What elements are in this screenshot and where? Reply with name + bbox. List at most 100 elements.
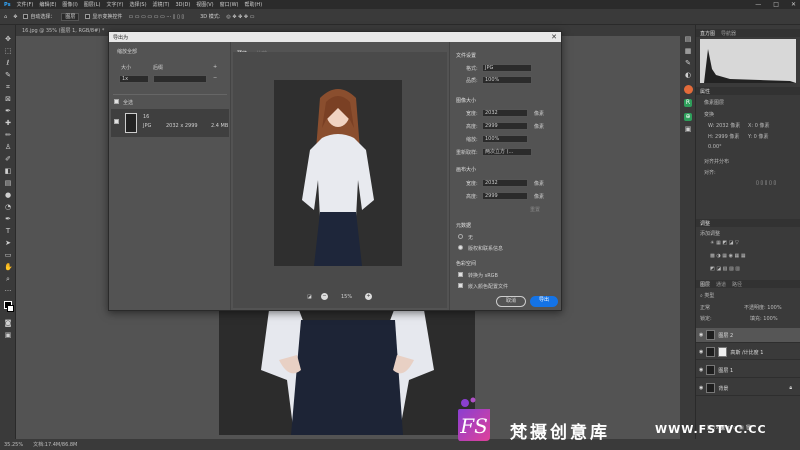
document-tab[interactable]: 16.jpg @ 35% (图层 1, RGB/8#) * (22, 27, 104, 34)
menu-file[interactable]: 文件(F) (17, 1, 34, 8)
history-brush-icon[interactable]: ✐ (4, 155, 12, 163)
brush-panel-icon[interactable]: ✎ (684, 59, 692, 67)
ps-logo[interactable]: Ps (4, 2, 11, 8)
menu-window[interactable]: 窗口(W) (220, 1, 239, 8)
quick-select-icon[interactable]: ✎ (4, 71, 12, 79)
screen-mode-icon[interactable]: ▣ (4, 331, 12, 339)
blend-mode-dropdown[interactable]: 正常 (700, 304, 710, 311)
zoom-in-icon[interactable]: + (365, 293, 372, 300)
width-input[interactable]: 2032 (482, 109, 528, 117)
menu-layer[interactable]: 图层(L) (84, 1, 101, 8)
paths-tab[interactable]: 路径 (732, 281, 742, 288)
reset-button[interactable]: 重置 (530, 206, 540, 213)
h-value[interactable]: 2999 像素 (715, 134, 739, 140)
opacity-field[interactable]: 不透明度: 100% (744, 304, 782, 311)
auto-select-toggle[interactable]: 自动选择： (23, 13, 55, 20)
show-transform-toggle[interactable]: 显示变换控件 (85, 13, 122, 20)
quality-dropdown[interactable]: 100% (482, 76, 532, 84)
layer-row[interactable]: ◉ 高斯 /计比度 1 (696, 345, 800, 360)
zoom-tool-icon[interactable]: ⌕ (4, 275, 12, 283)
dodge-tool-icon[interactable]: ◔ (4, 203, 12, 211)
3d-icons[interactable]: ◎ ✥ ✤ ✥ ▭ (226, 14, 254, 20)
move-tool-icon[interactable]: ✥ (13, 14, 17, 20)
gradient-tool-icon[interactable]: ▤ (4, 179, 12, 187)
y-value[interactable]: 0 像素 (754, 134, 769, 140)
close-icon[interactable]: ✕ (551, 33, 557, 41)
height-input[interactable]: 2999 (482, 122, 528, 130)
layer-kind-filter[interactable]: ⌕ 类型 (700, 292, 714, 299)
adjust-icons-row2[interactable]: ▩ ◑ ▦ ◉ ▦ ▦ (710, 253, 746, 259)
maximize-button[interactable]: □ (773, 1, 779, 8)
history-panel-icon[interactable]: ▤ (684, 35, 692, 43)
menu-type[interactable]: 文字(Y) (106, 1, 123, 8)
channels-tab[interactable]: 通道 (716, 281, 726, 288)
menu-help[interactable]: 帮助(H) (244, 1, 262, 8)
cancel-button[interactable]: 取消 (496, 296, 526, 307)
visibility-eye-icon[interactable]: ◉ (699, 385, 703, 391)
hand-tool-icon[interactable]: ✋ (4, 263, 13, 271)
format-dropdown[interactable]: JPG (482, 64, 532, 72)
visibility-eye-icon[interactable]: ◉ (699, 349, 703, 355)
add-scale-icon[interactable]: + (213, 64, 217, 70)
auto-select-checkbox[interactable] (23, 14, 29, 19)
suffix-input[interactable] (153, 75, 207, 83)
layers-tab[interactable]: 图层 (700, 281, 710, 288)
lasso-tool-icon[interactable]: ℓ (4, 59, 12, 67)
home-icon[interactable]: ⌂ (4, 14, 7, 20)
marquee-tool-icon[interactable]: ⬚ (4, 47, 12, 55)
shape-tool-icon[interactable]: ▭ (4, 251, 12, 259)
more-tools-icon[interactable]: ··· (4, 287, 12, 295)
blur-tool-icon[interactable]: ● (4, 191, 12, 199)
swatches-panel-icon[interactable]: ▦ (684, 47, 692, 55)
frame-tool-icon[interactable]: ⊠ (4, 95, 12, 103)
visibility-eye-icon[interactable]: ◉ (699, 332, 703, 338)
pen-tool-icon[interactable]: ✒ (4, 215, 12, 223)
align-icons[interactable]: ▭ ▭ ▭ ▭ ▭ ▭ ··· ▯ ▯ ▯ (128, 14, 184, 20)
navigator-tab[interactable]: 导航器 (721, 30, 736, 37)
w-value[interactable]: 2032 像素 (716, 123, 740, 129)
eyedropper-icon[interactable]: ✒ (4, 107, 12, 115)
fill-field[interactable]: 填充: 100% (750, 315, 778, 322)
menu-view[interactable]: 视图(V) (196, 1, 213, 8)
file-list-item[interactable]: 16 JPG 2032 x 2999 2.4 MB (111, 109, 229, 137)
move-tool-icon[interactable]: ✥ (4, 35, 12, 43)
crop-tool-icon[interactable]: ⌗ (4, 83, 12, 91)
document-image[interactable] (219, 310, 475, 435)
plugin2-panel-icon[interactable]: ⊕ (684, 113, 692, 121)
layer-name[interactable]: 背景 (718, 385, 728, 392)
x-value[interactable]: 0 像素 (755, 123, 770, 129)
zoom-out-icon[interactable]: − (321, 293, 328, 300)
layer-select-dropdown[interactable]: 图层 (61, 12, 80, 21)
menu-image[interactable]: 图像(I) (62, 1, 77, 8)
select-all-checkbox[interactable] (114, 99, 119, 104)
canvas-width-input[interactable]: 2032 (482, 179, 528, 187)
layer-row[interactable]: ◉ 图层 2 (696, 328, 800, 343)
brush-tool-icon[interactable]: ✏ (4, 131, 12, 139)
menu-edit[interactable]: 编辑(E) (39, 1, 56, 8)
convert-srgb-checkbox[interactable] (458, 272, 463, 277)
zoom-readout[interactable]: 35.25% (4, 442, 23, 448)
visibility-eye-icon[interactable]: ◉ (699, 367, 703, 373)
layer-row[interactable]: ◉ 背景 🔒︎ (696, 381, 800, 396)
clone-stamp-icon[interactable]: ♙ (4, 143, 12, 151)
export-button[interactable]: 导出 (530, 296, 558, 307)
angle-readout[interactable]: 0.00° (708, 144, 722, 150)
canvas-height-input[interactable]: 2999 (482, 192, 528, 200)
embed-profile-checkbox[interactable] (458, 283, 463, 288)
layer-name[interactable]: 高斯 /计比度 1 (730, 349, 763, 356)
fit-view-icon[interactable]: ◪ (307, 294, 312, 300)
close-window-button[interactable]: ✕ (791, 1, 796, 8)
size-dropdown[interactable]: 1x (119, 75, 149, 83)
quick-mask-icon[interactable]: ◙ (4, 319, 12, 327)
adjust-icons-row3[interactable]: ◩ ◪ ▧ ▨ ▥ (710, 266, 740, 272)
info-panel-icon[interactable]: ▣ (684, 125, 692, 133)
menu-3d[interactable]: 3D(D) (176, 2, 191, 8)
path-select-icon[interactable]: ➤ (4, 239, 12, 247)
adjust-icons-row1[interactable]: ☀ ▦ ◩ ◪ ▽ (710, 240, 739, 246)
type-tool-icon[interactable]: T (4, 227, 12, 235)
metadata-none-radio[interactable] (458, 234, 463, 239)
layer-name[interactable]: 图层 2 (718, 332, 733, 339)
align-icons[interactable]: ▯ ▯ ▯ ▯ ▯ (756, 180, 776, 186)
metadata-copyright-radio[interactable] (458, 245, 463, 250)
adjust-panel-icon[interactable]: ◐ (684, 71, 692, 79)
